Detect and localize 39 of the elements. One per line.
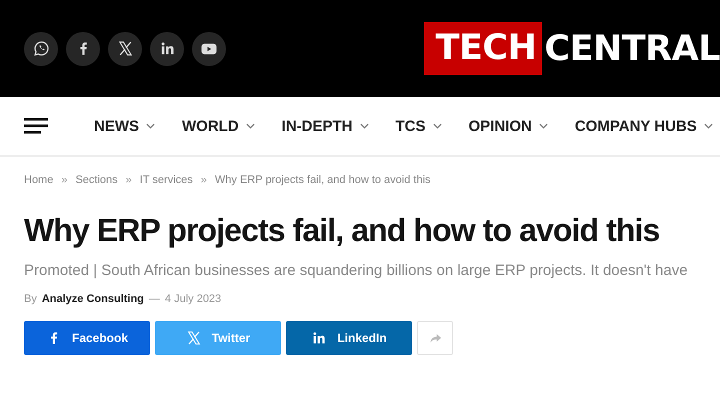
- linkedin-icon: [311, 330, 328, 346]
- nav-link[interactable]: TCS: [396, 118, 426, 134]
- chevron-down-icon: [538, 123, 548, 129]
- nav-link[interactable]: WORLD: [182, 118, 239, 134]
- facebook-link[interactable]: [66, 32, 100, 66]
- share-button[interactable]: LinkedIn: [286, 321, 412, 355]
- date-separator: —: [148, 293, 160, 305]
- chevron-down-icon: [146, 123, 155, 129]
- breadcrumb-separator: »: [200, 174, 207, 186]
- whatsapp-icon: [32, 40, 50, 57]
- share-button[interactable]: Facebook: [24, 321, 150, 355]
- chevron-down-icon: [360, 123, 368, 129]
- x-link[interactable]: [108, 32, 142, 66]
- breadcrumb-separator: »: [61, 174, 68, 186]
- chevron-down-icon: [246, 123, 255, 129]
- whatsapp-link[interactable]: [24, 32, 58, 66]
- chevron-down-icon: [432, 123, 442, 129]
- site-logo[interactable]: TECH CENTRAL: [424, 22, 720, 75]
- x-icon: [116, 40, 134, 57]
- article-summary: Promoted | South African businesses are squandering billions on large ERP projects. It doesn't have: [24, 262, 689, 279]
- x-icon: [186, 330, 202, 346]
- author-link[interactable]: Analyze Consulting: [42, 293, 144, 305]
- nav-link[interactable]: IN-DEPTH: [282, 118, 352, 134]
- breadcrumb-link[interactable]: IT services: [140, 174, 193, 186]
- nav-link[interactable]: COMPANY HUBS: [574, 118, 697, 134]
- publish-date: 4 July 2023: [164, 293, 222, 305]
- nav-link[interactable]: NEWS: [94, 118, 139, 134]
- chevron-down-icon: [704, 123, 713, 129]
- breadcrumb-separator: »: [126, 174, 132, 186]
- breadcrumb-link[interactable]: Sections: [75, 174, 118, 186]
- youtube-link[interactable]: [192, 32, 226, 66]
- breadcrumb-current: Why ERP projects fail, and how to avoid this: [214, 174, 431, 186]
- linkedin-link[interactable]: [150, 32, 184, 66]
- byline-prefix: By: [24, 293, 37, 305]
- linkedin-icon: [158, 40, 176, 57]
- nav-link[interactable]: OPINION: [468, 118, 532, 134]
- breadcrumb-link[interactable]: Home: [24, 174, 54, 186]
- menu-icon[interactable]: [24, 117, 48, 135]
- article-title: Why ERP projects fail, and how to avoid this: [24, 211, 660, 250]
